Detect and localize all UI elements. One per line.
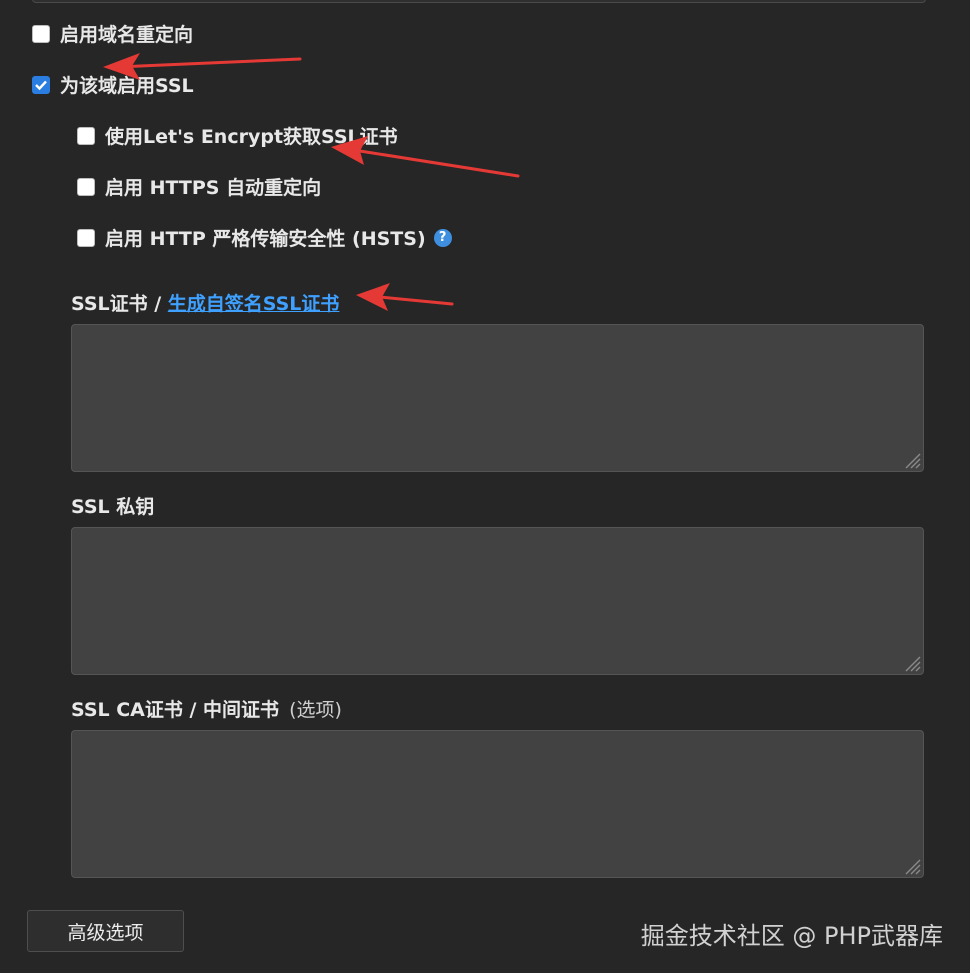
redirect-domain-option[interactable]: 启用域名重定向 xyxy=(32,20,193,47)
ssl-ca-label: SSL CA证书 / 中间证书 (选项) xyxy=(71,695,342,722)
ssl-ca-label-text: SSL CA证书 / 中间证书 xyxy=(71,699,280,721)
ssl-cert-label: SSL证书 / 生成自签名SSL证书 xyxy=(71,289,339,316)
ssl-settings-panel: 启用域名重定向 为该域启用SSL 使用Let's Encrypt获取SSL证书 … xyxy=(0,0,970,973)
ssl-ca-textarea[interactable] xyxy=(71,730,924,878)
hsts-label: 启用 HTTP 严格传输安全性 (HSTS) xyxy=(105,228,426,250)
watermark: 掘金技术社区 @ PHP武器库 xyxy=(640,922,943,950)
previous-field-edge xyxy=(32,0,926,3)
lets-encrypt-checkbox[interactable] xyxy=(77,126,95,145)
redirect-domain-label: 启用域名重定向 xyxy=(60,24,194,46)
https-redirect-label: 启用 HTTPS 自动重定向 xyxy=(105,177,322,199)
resize-grip-icon[interactable] xyxy=(901,652,921,672)
ssl-key-textarea[interactable] xyxy=(71,527,924,675)
resize-grip-icon[interactable] xyxy=(901,449,921,469)
generate-self-signed-link[interactable]: 生成自签名SSL证书 xyxy=(168,293,340,315)
enable-ssl-checkbox[interactable] xyxy=(32,75,50,94)
https-redirect-option[interactable]: 启用 HTTPS 自动重定向 xyxy=(77,173,321,200)
lets-encrypt-option[interactable]: 使用Let's Encrypt获取SSL证书 xyxy=(77,122,398,149)
ssl-cert-label-text: SSL证书 / xyxy=(71,293,168,315)
hsts-checkbox[interactable] xyxy=(77,228,95,247)
ssl-key-label: SSL 私钥 xyxy=(71,496,155,518)
redirect-domain-checkbox[interactable] xyxy=(32,24,50,43)
lets-encrypt-label: 使用Let's Encrypt获取SSL证书 xyxy=(105,126,398,148)
annotation-arrow-icon xyxy=(356,283,454,311)
resize-grip-icon[interactable] xyxy=(901,855,921,875)
enable-ssl-option[interactable]: 为该域启用SSL xyxy=(32,71,194,98)
checkmark-icon xyxy=(35,80,47,90)
advanced-options-button[interactable]: 高级选项 xyxy=(27,910,184,952)
enable-ssl-label: 为该域启用SSL xyxy=(60,75,194,97)
optional-hint: (选项) xyxy=(289,699,342,721)
help-icon[interactable]: ? xyxy=(433,228,452,247)
hsts-option[interactable]: 启用 HTTP 严格传输安全性 (HSTS) ? xyxy=(77,224,452,251)
https-redirect-checkbox[interactable] xyxy=(77,177,95,196)
ssl-cert-textarea[interactable] xyxy=(71,324,924,472)
